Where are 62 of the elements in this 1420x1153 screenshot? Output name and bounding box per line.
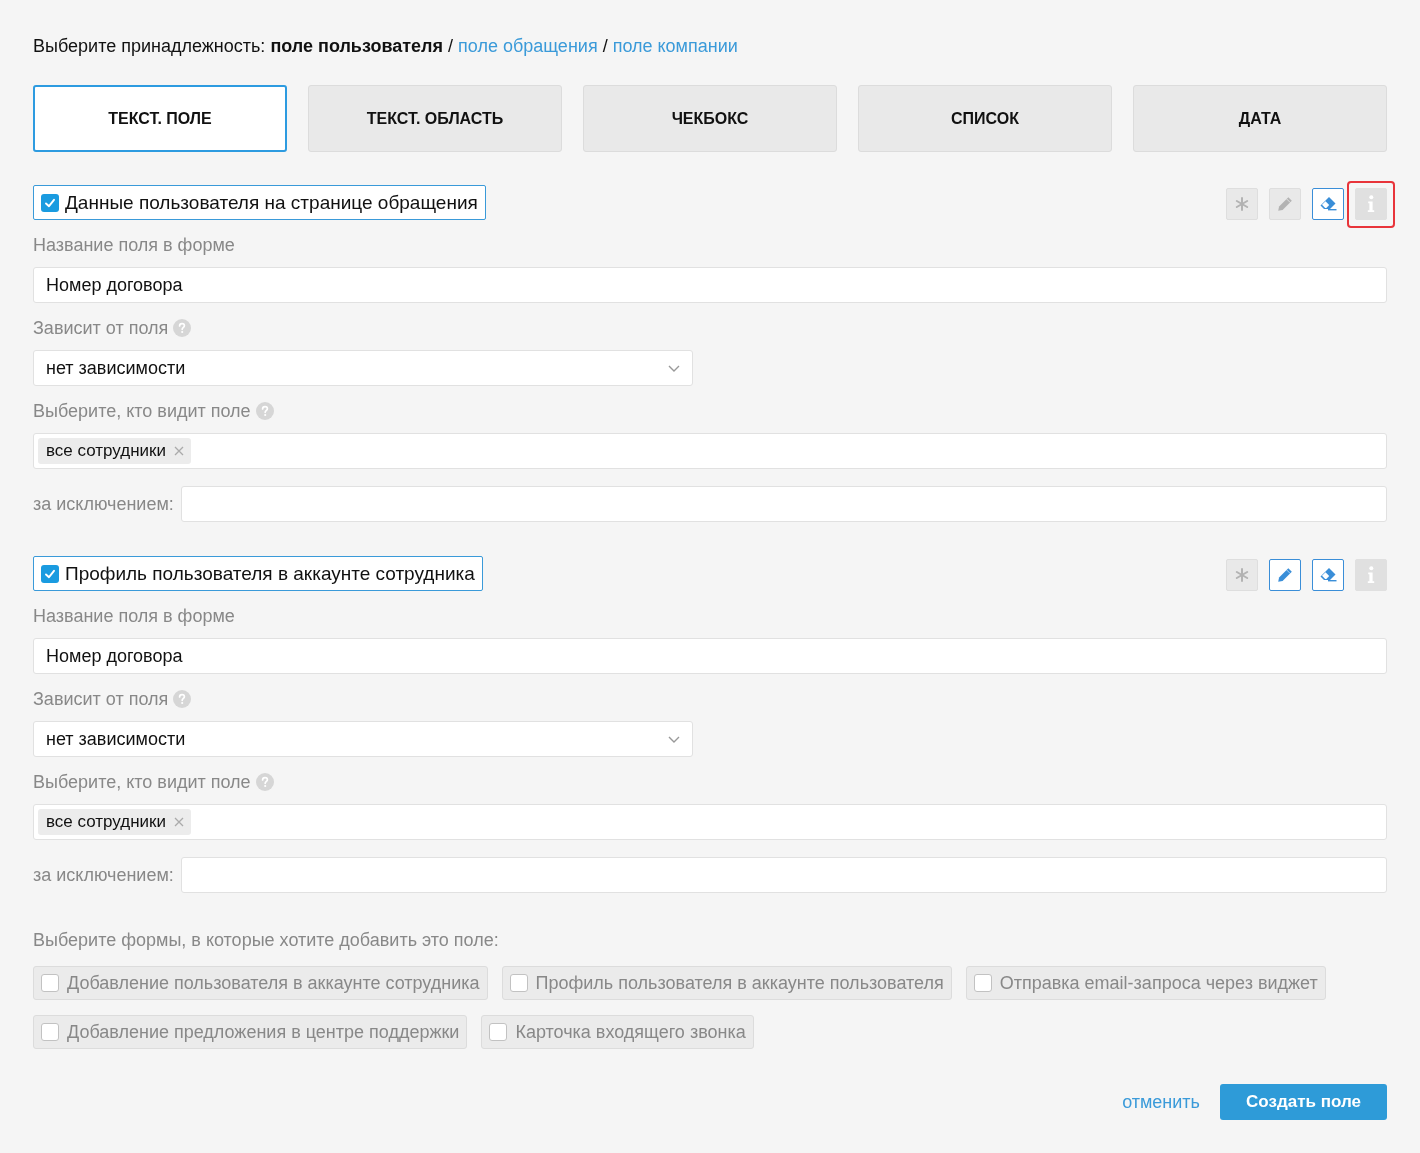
checkbox[interactable] (973, 974, 992, 992)
pencil-icon (1277, 195, 1293, 212)
field-label: за исключением: (33, 493, 174, 515)
field-type-tab[interactable]: ЧЕКБОКС (583, 85, 837, 152)
clear-button[interactable] (1312, 187, 1344, 220)
edit-button[interactable] (1269, 558, 1301, 591)
required-button[interactable] (1226, 558, 1258, 591)
info-button[interactable] (1355, 187, 1387, 220)
chevron-down-icon (668, 364, 680, 372)
exception-input[interactable] (180, 857, 1387, 893)
checkbox[interactable] (41, 1023, 59, 1041)
field-name-input[interactable]: Номер договора (33, 638, 1387, 674)
required-button[interactable] (1226, 187, 1258, 220)
field-type-tab[interactable]: СПИСОК (858, 85, 1112, 152)
pencil-icon (1277, 566, 1293, 583)
visibility-field[interactable]: все сотрудники (33, 433, 1387, 469)
checkbox[interactable] (41, 193, 59, 212)
section-toggle[interactable]: Данные пользователя на странице обращения (33, 185, 486, 220)
current-belonging[interactable]: поле пользователя (270, 34, 444, 58)
clear-button[interactable] (1312, 558, 1344, 591)
chevron-down-icon (668, 735, 680, 743)
field-label: Зависит от поля (33, 317, 169, 339)
checkbox[interactable] (509, 974, 528, 992)
info-icon (1366, 565, 1376, 584)
field-label: Зависит от поля (33, 688, 169, 710)
field-type-tab[interactable]: ДАТА (1133, 85, 1387, 152)
section-toggle[interactable]: Профиль пользователя в аккаунте сотрудника (33, 556, 483, 591)
field-label: за исключением: (33, 864, 174, 886)
exception-input[interactable] (180, 486, 1387, 522)
visibility-field[interactable]: все сотрудники (33, 804, 1387, 840)
field-type-tab[interactable]: ТЕКСТ. ОБЛАСТЬ (308, 85, 562, 152)
help-icon[interactable] (173, 690, 192, 708)
separator-text: / (448, 35, 454, 58)
help-icon[interactable] (255, 773, 274, 791)
field-label: Выберите, кто видит поле (33, 771, 251, 793)
checkmark-icon (44, 567, 56, 580)
checkbox[interactable] (41, 564, 59, 583)
tag-label: все сотрудники (46, 812, 166, 832)
field-name-input[interactable]: Номер договора (33, 267, 1387, 303)
info-icon (1366, 194, 1376, 213)
forms-label: Выберите формы, в которые хотите добавить это поле: (33, 930, 499, 950)
field-label: Выберите, кто видит поле (33, 400, 251, 422)
eraser-icon (1319, 567, 1337, 582)
help-icon[interactable] (255, 402, 274, 420)
checkbox[interactable] (489, 1023, 508, 1041)
eraser-icon (1319, 196, 1337, 211)
info-button[interactable] (1355, 558, 1387, 591)
field-label: Название поля в форме (33, 234, 235, 256)
separator-text: / (602, 35, 608, 58)
checkmark-icon (44, 196, 56, 209)
remove-icon[interactable] (174, 817, 184, 827)
remove-icon[interactable] (174, 446, 184, 456)
belonging-label: Выберите принадлежность: (33, 35, 266, 58)
tag-label: все сотрудники (46, 441, 166, 461)
asterisk-icon (1235, 567, 1249, 582)
field-type-tab[interactable]: ТЕКСТ. ПОЛЕ (33, 85, 287, 152)
checkbox[interactable] (41, 974, 59, 992)
asterisk-icon (1235, 196, 1249, 211)
field-label: Название поля в форме (33, 605, 235, 627)
help-icon[interactable] (173, 319, 192, 337)
dependency-select[interactable]: нет зависимости (33, 350, 693, 386)
dependency-select[interactable]: нет зависимости (33, 721, 693, 757)
